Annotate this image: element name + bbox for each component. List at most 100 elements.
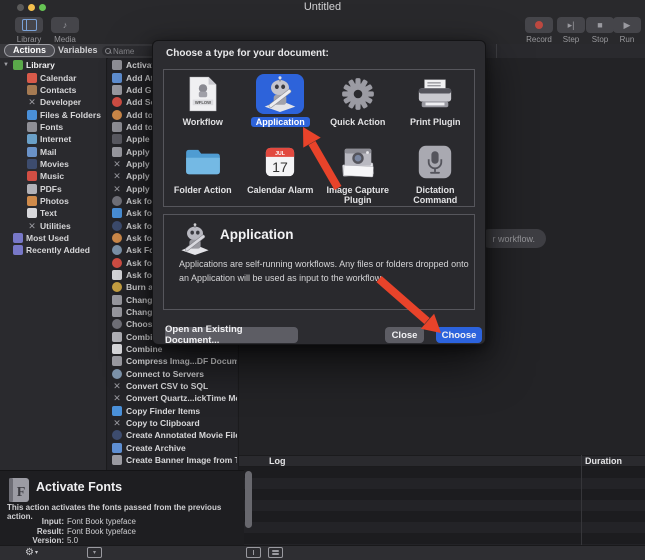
- sidebar-item-recently-added[interactable]: Recently Added: [0, 244, 106, 256]
- log-header: Log Duration: [239, 455, 645, 467]
- sidebar-item-photos[interactable]: Photos: [0, 195, 106, 207]
- scrollbar-thumb[interactable]: [245, 471, 252, 528]
- automator-robot-icon: [178, 223, 212, 255]
- doc-type-label: Image Capture Plugin: [321, 185, 395, 206]
- sidebar-item-mail[interactable]: Mail: [0, 145, 106, 157]
- action-icon: [112, 258, 122, 268]
- run-button-label: Run: [620, 35, 635, 44]
- tools-icon: ✕: [112, 184, 122, 194]
- doc-type-dictation-command[interactable]: Dictation Command: [397, 138, 475, 206]
- sidebar-item-label: Calendar: [40, 73, 76, 83]
- action-icon: [112, 122, 122, 132]
- sidebar-item-internet[interactable]: Internet: [0, 133, 106, 145]
- action-item-copy-to-clipboard[interactable]: ✕Copy to Clipboard: [108, 417, 237, 429]
- gear-menu-button[interactable]: ⚙ ▾: [25, 547, 38, 558]
- choose-button[interactable]: Choose: [436, 327, 482, 343]
- doc-type-application[interactable]: Application: [242, 70, 320, 138]
- log-rows: [239, 467, 645, 545]
- doc-type-print-plugin[interactable]: Print Plugin: [397, 70, 475, 138]
- title-bar: Untitled: [0, 0, 645, 14]
- gear-icon: ⚙: [25, 547, 34, 558]
- open-existing-document-button[interactable]: Open an Existing Document...: [165, 327, 298, 343]
- action-item-compress-imag-df-documents[interactable]: Compress Imag...DF Documents: [108, 355, 237, 367]
- action-icon: [112, 221, 122, 231]
- close-window-button[interactable]: [17, 4, 24, 11]
- log-column-header[interactable]: Log: [269, 456, 286, 467]
- stop-button[interactable]: ■ Stop: [585, 17, 615, 44]
- action-icon: [112, 97, 122, 107]
- tools-icon: ✕: [112, 159, 122, 169]
- action-item-label: Convert CSV to SQL: [126, 381, 208, 391]
- doc-type-label: Application: [251, 117, 310, 127]
- sidebar-item-developer[interactable]: ✕Developer: [0, 96, 106, 108]
- action-item-convert-quartz-icktime-movies[interactable]: ✕Convert Quartz...ickTime Movies: [108, 392, 237, 404]
- sidebar-item-movies[interactable]: Movies: [0, 158, 106, 170]
- show-log-list-button[interactable]: [246, 547, 261, 558]
- log-column-divider[interactable]: [581, 455, 582, 545]
- media-button-label: Media: [54, 35, 76, 44]
- sidebar-item-contacts[interactable]: Contacts: [0, 84, 106, 96]
- doc-type-image-capture-plugin[interactable]: Image Capture Plugin: [319, 138, 397, 206]
- svg-text:WFLOW: WFLOW: [195, 100, 211, 105]
- sidebar-item-label: Utilities: [40, 221, 71, 231]
- action-item-create-archive[interactable]: Create Archive: [108, 442, 237, 454]
- doc-type-quick-action[interactable]: Quick Action: [319, 70, 397, 138]
- tab-actions[interactable]: Actions: [4, 44, 55, 57]
- tab-variables[interactable]: Variables: [58, 44, 98, 57]
- library-button-label: Library: [17, 35, 41, 44]
- sidebar-item-library[interactable]: ▼ Library: [0, 59, 106, 71]
- step-button[interactable]: ▸| Step: [556, 17, 586, 44]
- action-item-copy-finder-items[interactable]: Copy Finder Items: [108, 405, 237, 417]
- disclosure-triangle-icon[interactable]: ▼: [3, 62, 13, 68]
- sidebar-item-fonts[interactable]: Fonts: [0, 121, 106, 133]
- sidebar-item-calendar[interactable]: Calendar: [0, 71, 106, 83]
- sidebar-item-pdfs[interactable]: PDFs: [0, 182, 106, 194]
- sidebar-item-files-folders[interactable]: Files & Folders: [0, 108, 106, 120]
- log-panel: Log Duration: [238, 455, 645, 545]
- sidebar-item-music[interactable]: Music: [0, 170, 106, 182]
- sidebar-item-label: Photos: [40, 196, 69, 206]
- run-button[interactable]: ▶ Run: [612, 17, 642, 44]
- close-button[interactable]: Close: [385, 327, 424, 343]
- action-detail-title: Activate Fonts: [36, 480, 122, 494]
- run-icon: ▶: [624, 21, 631, 30]
- sidebar-item-most-used[interactable]: Most Used: [0, 232, 106, 244]
- sidebar-smart-folder-list: Most UsedRecently Added: [0, 232, 106, 257]
- show-log-rows-button[interactable]: [268, 547, 283, 558]
- calendar-icon: JUL17: [256, 142, 304, 182]
- record-button-label: Record: [526, 35, 552, 44]
- action-item-create-banner-image-from-text[interactable]: Create Banner Image from Text: [108, 454, 237, 466]
- sidebar-category-list: CalendarContacts✕DeveloperFiles & Folder…: [0, 71, 106, 231]
- action-icon: [112, 208, 122, 218]
- log-rows-view-icon: [268, 547, 283, 558]
- action-item-label: Create Archive: [126, 443, 186, 453]
- action-item-label: Connect to Servers: [126, 369, 204, 379]
- drop-workflow-hint: r workflow.: [480, 229, 546, 248]
- footer-bar: ⚙ ▾ ▾: [0, 545, 645, 560]
- action-item-create-annotated-movie-file[interactable]: Create Annotated Movie File: [108, 429, 237, 441]
- zoom-window-button[interactable]: [39, 4, 46, 11]
- action-item-label: Convert Quartz...ickTime Movies: [126, 393, 237, 403]
- log-list-view-icon: [246, 547, 261, 558]
- library-button[interactable]: Library: [14, 17, 44, 44]
- doc-type-workflow[interactable]: WFLOWWorkflow: [164, 70, 242, 138]
- movies-icon: [27, 159, 37, 169]
- action-item-convert-csv-to-sql[interactable]: ✕Convert CSV to SQL: [108, 380, 237, 392]
- media-button[interactable]: ♪ Media: [50, 17, 80, 44]
- music-icon: [27, 171, 37, 181]
- sidebar-item-utilities[interactable]: ✕Utilities: [0, 219, 106, 231]
- minimize-window-button[interactable]: [28, 4, 35, 11]
- sidebar-item-label: Recently Added: [26, 245, 90, 255]
- duration-column-header[interactable]: Duration: [585, 456, 622, 467]
- sidebar-item-label: Movies: [40, 159, 69, 169]
- action-icon: [112, 196, 122, 206]
- action-detail-fields: Input:Font Book typefaceResult:Font Book…: [0, 517, 240, 546]
- record-button[interactable]: Record: [524, 17, 554, 44]
- sidebar-item-text[interactable]: Text: [0, 207, 106, 219]
- hide-panel-button[interactable]: ▾: [87, 547, 102, 558]
- library-panel-icon: [22, 19, 37, 31]
- doc-type-calendar-alarm[interactable]: JUL17Calendar Alarm: [242, 138, 320, 206]
- files-folders-icon: [27, 110, 37, 120]
- action-item-connect-to-servers[interactable]: Connect to Servers: [108, 368, 237, 380]
- doc-type-folder-action[interactable]: Folder Action: [164, 138, 242, 206]
